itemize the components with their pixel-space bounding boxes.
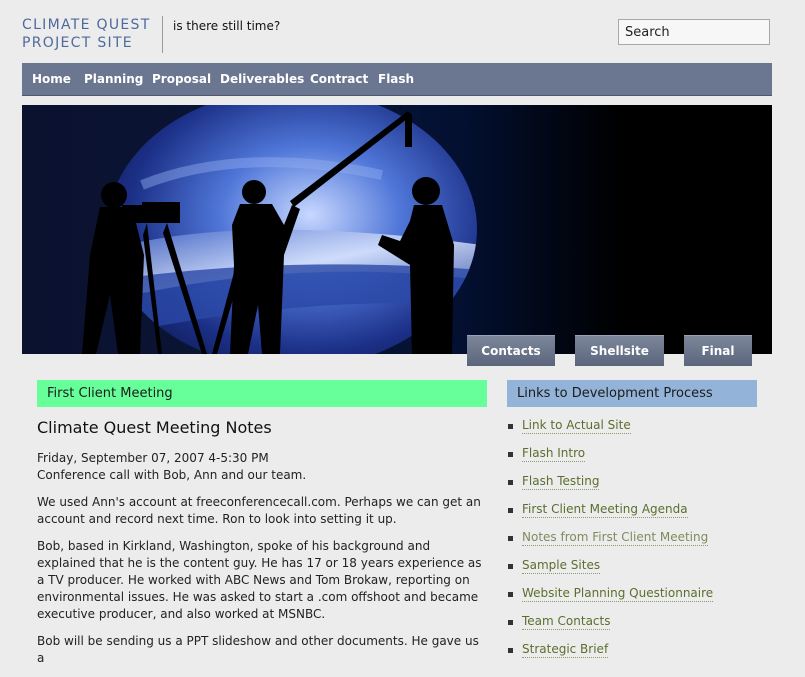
link-website-planning-questionnaire[interactable]: Website Planning Questionnaire — [522, 586, 714, 602]
title-divider — [162, 16, 163, 53]
list-item: Website Planning Questionnaire — [507, 586, 767, 614]
bullet-icon — [508, 536, 513, 541]
link-team-contacts[interactable]: Team Contacts — [522, 614, 611, 630]
tab-final[interactable]: Final — [684, 335, 752, 366]
bullet-icon — [508, 592, 513, 597]
nav-item-flash[interactable]: Flash — [378, 63, 414, 95]
list-item: First Client Meeting Agenda — [507, 502, 767, 530]
link-flash-testing[interactable]: Flash Testing — [522, 474, 600, 490]
article-date: Friday, September 07, 2007 4-5:30 PM — [37, 451, 269, 465]
article-paragraph: Bob will be sending us a PPT slideshow a… — [37, 634, 479, 665]
search-input[interactable] — [618, 19, 770, 45]
site-title-line1: CLIMATE QUEST — [22, 17, 151, 33]
link-flash-intro[interactable]: Flash Intro — [522, 446, 586, 462]
nav-item-planning[interactable]: Planning — [84, 63, 143, 95]
link-first-client-meeting-agenda[interactable]: First Client Meeting Agenda — [522, 502, 688, 518]
section-title-first-client-meeting: First Client Meeting — [37, 380, 487, 407]
article-paragraph: We used Ann's account at freeconferencec… — [37, 495, 481, 526]
tagline: is there still time? — [173, 19, 281, 33]
nav-item-home[interactable]: Home — [32, 63, 71, 95]
nav-item-contract[interactable]: Contract — [310, 63, 368, 95]
list-item: Flash Testing — [507, 474, 767, 502]
list-item: Flash Intro — [507, 446, 767, 474]
sidebar-title: Links to Development Process — [507, 380, 757, 407]
list-item: Link to Actual Site — [507, 418, 767, 446]
bullet-icon — [508, 648, 513, 653]
site-title[interactable]: CLIMATE QUEST PROJECT SITE — [22, 16, 151, 52]
article: Climate Quest Meeting Notes Friday, Sept… — [37, 418, 487, 677]
tab-contacts[interactable]: Contacts — [467, 335, 555, 366]
nav-item-deliverables[interactable]: Deliverables — [220, 63, 304, 95]
bullet-icon — [508, 452, 513, 457]
link-strategic-brief[interactable]: Strategic Brief — [522, 642, 609, 658]
hero-illustration — [82, 105, 477, 354]
link-actual-site[interactable]: Link to Actual Site — [522, 418, 631, 434]
bullet-icon — [508, 424, 513, 429]
article-heading: Climate Quest Meeting Notes — [37, 418, 272, 437]
bullet-icon — [508, 508, 513, 513]
bullet-icon — [508, 480, 513, 485]
tab-shellsite[interactable]: Shellsite — [575, 335, 664, 366]
sidebar-links-list: Link to Actual Site Flash Intro Flash Te… — [507, 418, 767, 670]
site-title-line2: PROJECT SITE — [22, 35, 133, 51]
link-sample-sites[interactable]: Sample Sites — [522, 558, 601, 574]
list-item: Strategic Brief — [507, 642, 767, 670]
bullet-icon — [508, 620, 513, 625]
article-paragraph: Bob, based in Kirkland, Washington, spok… — [37, 539, 482, 621]
hero-banner — [22, 105, 772, 354]
article-date-paragraph: Friday, September 07, 2007 4-5:30 PM Con… — [37, 450, 487, 484]
main-navbar: Home Planning Proposal Deliverables Cont… — [22, 63, 772, 96]
list-item: Notes from First Client Meeting — [507, 530, 767, 558]
bullet-icon — [508, 564, 513, 569]
list-item: Team Contacts — [507, 614, 767, 642]
link-notes-first-client-meeting[interactable]: Notes from First Client Meeting — [522, 530, 709, 546]
article-conference-line: Conference call with Bob, Ann and our te… — [37, 468, 307, 482]
nav-item-proposal[interactable]: Proposal — [152, 63, 211, 95]
list-item: Sample Sites — [507, 558, 767, 586]
